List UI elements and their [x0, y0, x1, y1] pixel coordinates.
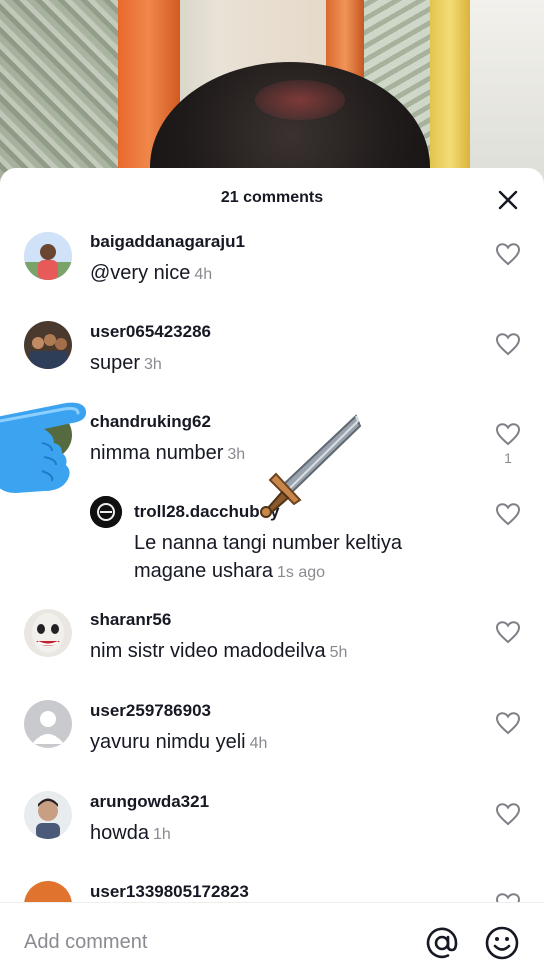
avatar[interactable] — [24, 321, 72, 369]
comment-time: 1h — [152, 826, 171, 843]
heart-icon[interactable] — [495, 711, 521, 735]
heart-icon[interactable] — [495, 422, 521, 446]
heart-icon[interactable] — [495, 332, 521, 356]
comment-username[interactable]: arungowda321 — [90, 792, 209, 812]
comment-time: 4h — [194, 266, 213, 283]
comment-time: 4h — [249, 735, 268, 752]
comment-item: user065423286 super 3h — [0, 318, 544, 378]
sword-sticker — [260, 414, 362, 518]
avatar[interactable] — [24, 700, 72, 748]
comments-count-title: 21 comments — [220, 189, 324, 206]
mention-button[interactable] — [424, 925, 460, 960]
avatar[interactable] — [24, 609, 72, 657]
comment-username[interactable]: baigaddanagaraju1 — [90, 232, 245, 252]
close-icon — [498, 190, 518, 210]
comment-text: howda 1h — [90, 822, 171, 844]
avatar[interactable] — [24, 232, 72, 280]
comment-input-bar: Add comment — [0, 902, 544, 960]
comment-text: @very nice 4h — [90, 262, 213, 284]
comment-text: super 3h — [90, 352, 162, 374]
comment-item: sharanr56 nim sistr video madodeilva 5h — [0, 606, 544, 666]
close-button[interactable] — [494, 186, 522, 214]
comment-item: baigaddanagaraju1 @very nice 4h — [0, 228, 544, 288]
reply-text-line2: magane ushara 1s ago — [134, 560, 326, 582]
comment-item: user1339805172823 — [0, 878, 544, 902]
heart-icon[interactable] — [495, 242, 521, 266]
heart-icon[interactable] — [495, 620, 521, 644]
comment-time: 3h — [227, 446, 246, 463]
comment-username[interactable]: sharanr56 — [90, 610, 171, 630]
heart-icon[interactable] — [495, 502, 521, 526]
emoji-icon — [485, 926, 519, 960]
comment-time: 3h — [144, 356, 162, 373]
reply-text-line1: Le nanna tangi number keltiya — [134, 532, 402, 554]
like-count: 1 — [504, 450, 512, 466]
avatar[interactable] — [24, 881, 72, 902]
comment-text: yavuru nimdu yeli 4h — [90, 731, 268, 753]
comment-time: 5h — [329, 644, 348, 661]
comment-username[interactable]: user065423286 — [90, 322, 211, 342]
comment-text: nimma number 3h — [90, 442, 246, 464]
avatar[interactable] — [24, 791, 72, 839]
comment-username[interactable]: chandruking62 — [90, 412, 211, 432]
comment-text: nim sistr video madodeilva 5h — [90, 640, 348, 662]
heart-icon[interactable] — [495, 802, 521, 826]
pointing-hand-sticker — [0, 402, 87, 493]
emoji-button[interactable] — [484, 925, 520, 960]
at-icon — [426, 927, 458, 959]
add-comment-input[interactable]: Add comment — [24, 931, 147, 954]
reply-time: 1s ago — [276, 564, 326, 581]
heart-icon[interactable] — [495, 892, 521, 902]
comment-username[interactable]: user259786903 — [90, 701, 211, 721]
comment-username[interactable]: user1339805172823 — [90, 882, 249, 902]
comment-item: user259786903 yavuru nimdu yeli 4h — [0, 697, 544, 757]
comment-item: arungowda321 howda 1h — [0, 788, 544, 848]
